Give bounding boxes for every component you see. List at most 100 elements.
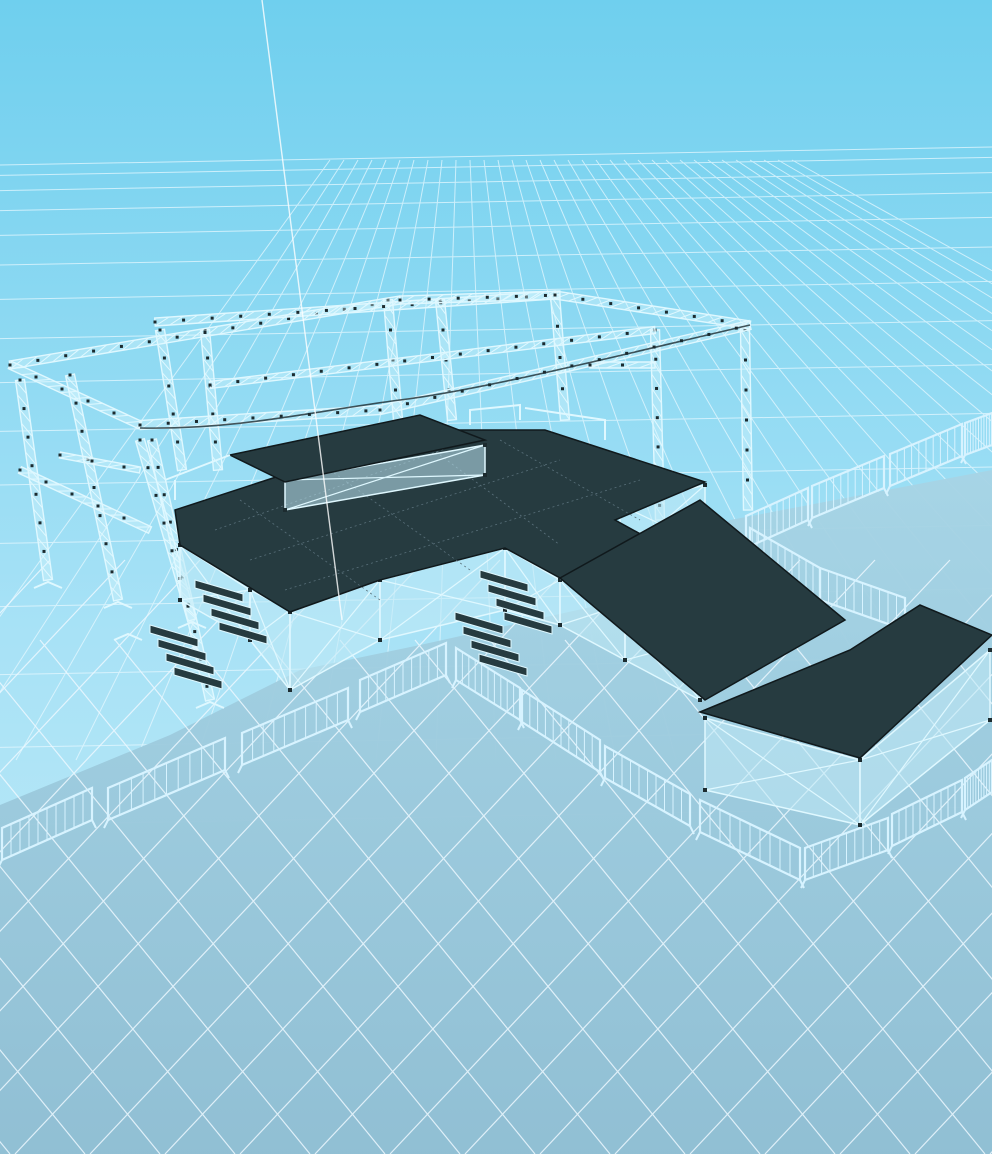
truss-bolt — [223, 418, 227, 422]
truss-bolt — [150, 438, 154, 442]
truss-bolt — [211, 412, 215, 416]
truss-bolt — [171, 412, 175, 416]
truss-bolt — [167, 384, 171, 388]
truss-bolt — [68, 373, 72, 377]
truss-bolt — [44, 480, 48, 484]
truss-bolt — [433, 395, 437, 399]
truss-bolt — [175, 335, 179, 339]
truss-bolt — [458, 352, 462, 356]
truss-bolt — [96, 504, 100, 508]
truss-bolt — [431, 356, 434, 359]
truss-bolt — [720, 319, 724, 323]
truss-bolt — [64, 354, 68, 358]
leg-joint — [703, 788, 707, 792]
truss-bolt — [162, 521, 166, 525]
leg-joint — [178, 598, 182, 602]
truss-bolt — [122, 516, 126, 520]
truss-bolt — [542, 342, 546, 346]
truss-bolt — [86, 399, 90, 403]
truss-bolt — [231, 326, 235, 330]
truss-bolt — [744, 358, 747, 362]
leg-joint — [988, 648, 992, 652]
truss-beam[interactable] — [588, 361, 656, 369]
truss-bolt — [745, 448, 749, 452]
leg-joint — [288, 688, 292, 692]
truss-bolt — [382, 305, 386, 309]
truss-bolt — [210, 316, 214, 320]
truss-bolt — [597, 335, 601, 339]
truss-bolt — [206, 356, 210, 360]
truss-bolt — [138, 423, 142, 427]
truss-bolt — [154, 493, 158, 497]
leg-joint — [378, 638, 382, 642]
truss-bolt — [378, 408, 382, 412]
truss-bolt — [427, 297, 431, 301]
truss-bolt — [18, 378, 22, 382]
truss-bolt — [42, 549, 46, 553]
truss-bolt — [692, 314, 696, 318]
truss-bolt — [267, 312, 271, 316]
leg-joint — [703, 483, 707, 487]
truss-bolt — [60, 387, 64, 391]
truss-bolt — [80, 429, 84, 433]
truss-bolt — [176, 440, 180, 444]
truss-bolt — [609, 302, 613, 306]
truss-bolt — [456, 296, 460, 300]
leg-joint — [623, 658, 627, 662]
truss-bolt — [746, 478, 749, 482]
truss-bolt — [664, 310, 668, 314]
truss-bolt — [18, 468, 22, 472]
truss-bolt — [621, 363, 624, 367]
truss-bolt — [166, 421, 170, 425]
truss-bolt — [655, 386, 659, 390]
leg-joint — [988, 718, 992, 722]
truss-bolt — [543, 293, 547, 297]
truss-bolt — [398, 298, 402, 302]
truss-bolt — [336, 411, 340, 415]
truss-bolt — [170, 549, 174, 553]
truss-bolt — [403, 359, 407, 363]
truss-bolt — [208, 383, 212, 387]
truss-bolt — [112, 411, 116, 415]
truss-bolt — [394, 388, 397, 392]
truss-bolt — [324, 308, 328, 312]
truss-bolt — [92, 486, 96, 489]
truss-bolt — [156, 465, 160, 469]
truss-bolt — [556, 324, 559, 328]
truss-bolt — [259, 321, 263, 325]
truss-bolt — [147, 340, 151, 344]
truss-bolt — [146, 466, 150, 470]
truss-bolt — [561, 387, 564, 391]
truss-bolt — [8, 363, 12, 367]
truss-bolt — [74, 401, 78, 405]
truss-bolt — [38, 521, 42, 525]
truss-bolt — [110, 570, 114, 574]
truss-bolt — [22, 407, 26, 411]
leg-joint — [483, 443, 487, 447]
truss-bolt — [405, 402, 409, 406]
leg-joint — [698, 698, 702, 702]
truss-bolt — [655, 416, 659, 420]
truss-bolt — [486, 349, 490, 353]
truss-bolt — [182, 318, 186, 322]
truss-bolt — [581, 297, 585, 301]
truss-bolt — [30, 464, 34, 468]
truss-bolt — [70, 492, 74, 496]
truss-bolt — [158, 328, 162, 332]
truss-bolt — [213, 440, 217, 444]
truss-bolt — [656, 445, 660, 449]
truss-bolt — [251, 416, 255, 420]
truss-bolt — [553, 293, 557, 297]
truss-bolt — [203, 331, 207, 334]
scene-canvas[interactable] — [0, 0, 992, 1154]
3d-viewport[interactable] — [0, 0, 992, 1154]
truss-bolt — [485, 295, 489, 299]
truss-bolt — [744, 388, 748, 392]
truss-bolt — [194, 419, 198, 423]
truss-bolt — [514, 294, 518, 298]
truss-bolt — [138, 438, 142, 442]
truss-bolt — [745, 418, 748, 422]
truss-bolt — [375, 362, 379, 366]
truss-bolt — [34, 492, 38, 496]
truss-bolt — [570, 338, 574, 342]
